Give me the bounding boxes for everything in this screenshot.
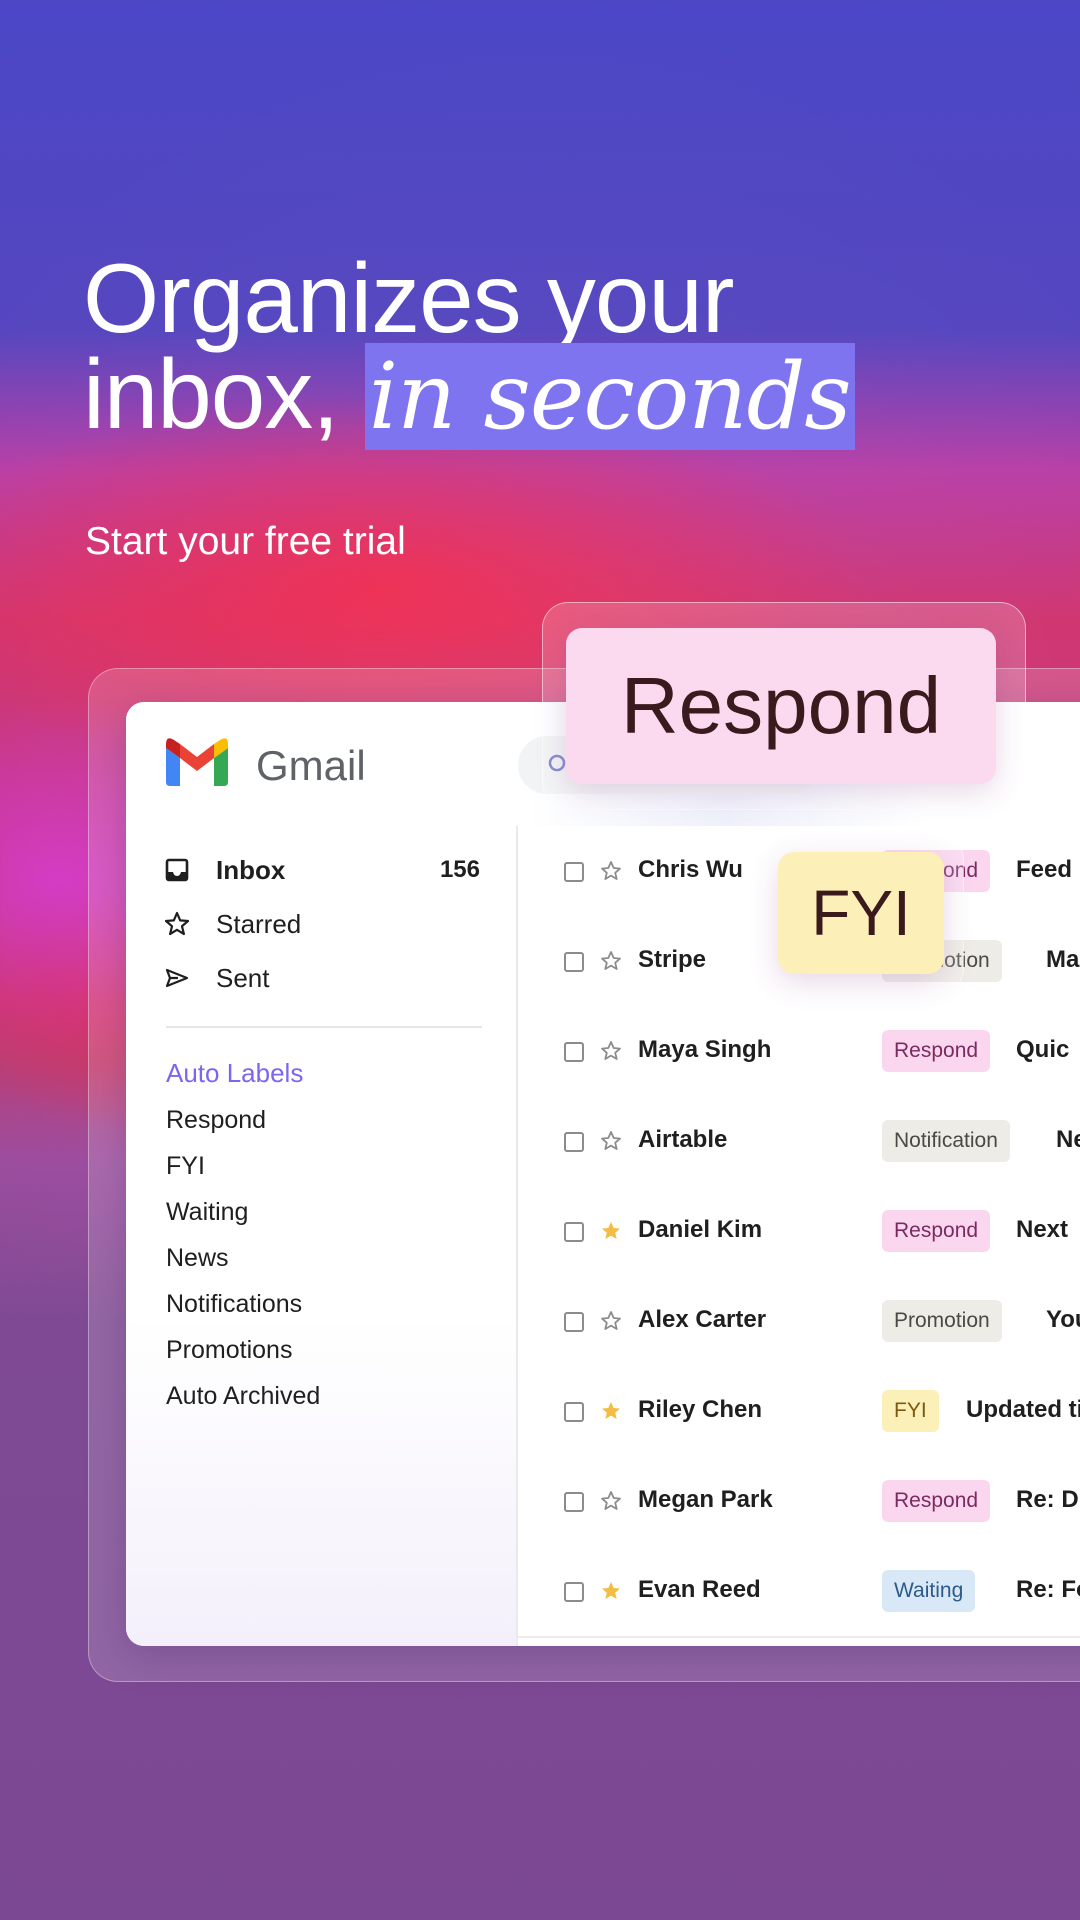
label-fyi[interactable]: FYI (166, 1152, 205, 1181)
email-label-tag: Respond (882, 1030, 991, 1072)
star-outline-icon[interactable] (600, 860, 622, 882)
email-sender: Airtable (638, 1126, 728, 1153)
email-row[interactable]: Alex Carter Promotion You (518, 1276, 1080, 1368)
select-checkbox[interactable] (564, 1222, 584, 1242)
email-sender: Riley Chen (638, 1396, 763, 1423)
label-notifications[interactable]: Notifications (166, 1290, 302, 1319)
star-outline-icon[interactable] (600, 950, 622, 972)
sidebar-item-starred[interactable]: Starred (164, 904, 480, 944)
email-label-tag: Respond (882, 1210, 991, 1252)
email-subject: Quic (1016, 1036, 1070, 1063)
email-subject: You (1046, 1306, 1080, 1333)
email-sender: Megan Park (638, 1486, 773, 1513)
star-outline-icon[interactable] (600, 1040, 622, 1062)
label-promotions[interactable]: Promotions (166, 1336, 292, 1365)
email-sender: Stripe (638, 946, 707, 973)
sidebar: Inbox 156 Starred Sent Auto Labels Respo… (126, 826, 518, 1646)
star-filled-icon[interactable] (600, 1400, 622, 1422)
star-outline-icon[interactable] (600, 1130, 622, 1152)
email-sender: Daniel Kim (638, 1216, 763, 1243)
hero-headline: Organizes your inbox, in seconds (83, 243, 855, 450)
gmail-logo-icon (166, 738, 228, 786)
gmail-brand: Gmail (256, 742, 366, 789)
sidebar-item-sent[interactable]: Sent (164, 958, 480, 998)
email-subject: Ne (1056, 1126, 1080, 1153)
email-row[interactable]: Daniel Kim Respond Next (518, 1186, 1080, 1278)
select-checkbox[interactable] (564, 862, 584, 882)
inbox-count: 156 (439, 856, 480, 883)
headline-line-2: inbox, in seconds (83, 343, 855, 450)
email-subject: Next (1016, 1216, 1069, 1243)
email-sender: Evan Reed (638, 1576, 761, 1603)
email-sender: Alex Carter (638, 1306, 767, 1333)
label-respond[interactable]: Respond (166, 1106, 266, 1135)
headline-line-1: Organizes your (83, 243, 735, 353)
send-icon (165, 968, 189, 988)
email-row[interactable]: Riley Chen FYI Updated ti (518, 1366, 1080, 1458)
label-auto-archived[interactable]: Auto Archived (166, 1382, 320, 1411)
email-row[interactable]: Airtable Notification Ne (518, 1096, 1080, 1188)
sidebar-item-label: Starred (216, 908, 302, 939)
star-filled-icon[interactable] (600, 1220, 622, 1242)
respond-label-chip: Respond (566, 628, 996, 784)
star-icon (164, 911, 190, 936)
sidebar-divider (166, 1026, 482, 1028)
email-row[interactable]: Megan Park Respond Re: D (518, 1456, 1080, 1548)
star-outline-icon[interactable] (600, 1490, 622, 1512)
email-sender: Maya Singh (638, 1036, 772, 1063)
label-waiting[interactable]: Waiting (166, 1198, 248, 1227)
headline-plain: inbox, (83, 339, 340, 449)
star-outline-icon[interactable] (600, 1310, 622, 1332)
select-checkbox[interactable] (564, 1582, 584, 1602)
email-row[interactable]: Evan Reed Waiting Re: Fo (518, 1546, 1080, 1638)
fyi-label-chip: FYI (778, 852, 944, 974)
email-label-tag: Respond (882, 1480, 991, 1522)
star-filled-icon[interactable] (600, 1580, 622, 1602)
select-checkbox[interactable] (564, 952, 584, 972)
email-subject: Ma (1046, 946, 1080, 973)
email-subject: Updated ti (966, 1396, 1080, 1423)
select-checkbox[interactable] (564, 1402, 584, 1422)
email-sender: Chris Wu (638, 856, 743, 883)
sidebar-item-label: Inbox (216, 854, 286, 885)
email-row[interactable]: Maya Singh Respond Quic (518, 1006, 1080, 1098)
headline-highlight: in seconds (364, 343, 855, 450)
free-trial-link[interactable]: Start your free trial (85, 520, 406, 564)
auto-labels-heading: Auto Labels (166, 1058, 304, 1088)
select-checkbox[interactable] (564, 1312, 584, 1332)
label-news[interactable]: News (166, 1244, 229, 1273)
sidebar-item-label: Sent (216, 962, 270, 993)
inbox-icon (165, 858, 189, 882)
select-checkbox[interactable] (564, 1132, 584, 1152)
sidebar-item-inbox[interactable]: Inbox 156 (164, 850, 480, 890)
email-label-tag: Promotion (882, 1300, 1002, 1342)
email-label-tag: FYI (882, 1390, 939, 1432)
email-subject: Feed (1016, 856, 1073, 883)
email-subject: Re: D (1016, 1486, 1079, 1513)
select-checkbox[interactable] (564, 1492, 584, 1512)
select-checkbox[interactable] (564, 1042, 584, 1062)
email-label-tag: Waiting (882, 1570, 976, 1612)
email-label-tag: Notification (882, 1120, 1010, 1162)
email-subject: Re: Fo (1016, 1576, 1080, 1603)
